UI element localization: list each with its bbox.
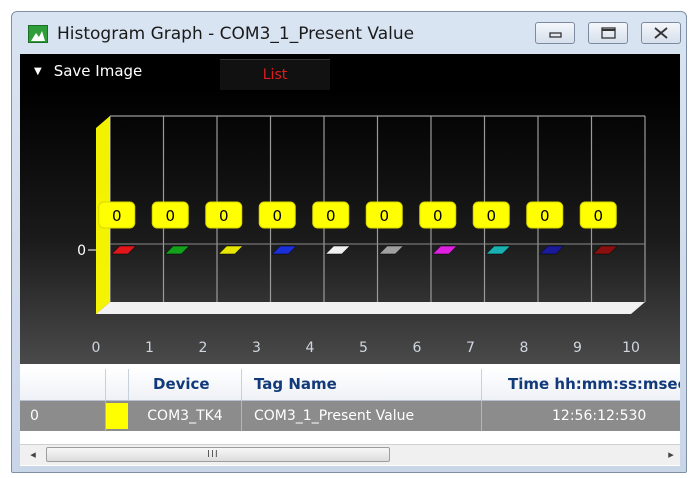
- save-image-button[interactable]: ▼ Save Image: [34, 62, 142, 82]
- row-color-swatch: [106, 403, 128, 429]
- x-tick-label: 9: [573, 340, 582, 356]
- y-tick-label: 0: [77, 243, 86, 259]
- app-icon: [28, 25, 48, 43]
- histogram-chart: 0 0 1 2 3 4 5 6 7 8 9 10 0 0 0 0 0 0 0 0 0 0: [20, 90, 680, 364]
- scroll-left-arrow-icon[interactable]: ◂: [24, 445, 42, 465]
- x-tick-label: 10: [622, 340, 640, 356]
- x-tick-label: 3: [252, 340, 261, 356]
- scrollbar-grip: III: [207, 449, 219, 460]
- grid-header: Device Tag Name Time hh:mm:ss:msec: [20, 369, 680, 401]
- histogram-bar: [378, 245, 404, 255]
- chart-floor: [96, 302, 645, 314]
- data-grid: Device Tag Name Time hh:mm:ss:msec 0 COM…: [20, 364, 680, 466]
- histogram-bar: [218, 245, 244, 255]
- x-tick-label: 2: [199, 340, 208, 356]
- value-label: 0: [486, 207, 496, 225]
- value-label: 0: [165, 207, 175, 225]
- scrollbar-thumb[interactable]: III: [46, 447, 390, 462]
- column-header-time[interactable]: Time hh:mm:ss:msec: [482, 369, 680, 400]
- value-label: 0: [433, 207, 443, 225]
- x-tick-label: 8: [520, 340, 529, 356]
- value-label: 0: [379, 207, 389, 225]
- client-area: ▼ Save Image List 0 0 1 2 3 4 5 6 7 8 9 10 0 0 0 0 0 0 0 0 0 0…: [20, 54, 680, 466]
- x-tick-label: 4: [306, 340, 315, 356]
- value-label: 0: [219, 207, 229, 225]
- value-label: 0: [326, 207, 336, 225]
- table-row[interactable]: 0 COM3_TK4 COM3_1_Present Value 12:56:12…: [20, 401, 680, 431]
- scroll-right-arrow-icon[interactable]: ▸: [662, 445, 680, 465]
- tab-list[interactable]: List: [220, 59, 330, 90]
- maximize-button[interactable]: [588, 22, 628, 44]
- value-label: 0: [593, 207, 603, 225]
- window-title: Histogram Graph - COM3_1_Present Value: [57, 24, 415, 44]
- x-tick-label: 7: [466, 340, 475, 356]
- value-label: 0: [112, 207, 122, 225]
- save-image-label: Save Image: [53, 62, 143, 80]
- histogram-bar: [485, 245, 511, 255]
- x-tick-label: 0: [92, 340, 101, 356]
- histogram-bar: [539, 245, 565, 255]
- minimize-button[interactable]: [535, 22, 575, 44]
- histogram-bar: [271, 245, 297, 255]
- value-label: 0: [272, 207, 282, 225]
- histogram-bar: [592, 245, 618, 255]
- row-device: COM3_TK4: [129, 401, 242, 431]
- x-tick-label: 1: [145, 340, 154, 356]
- histogram-bar: [325, 245, 351, 255]
- x-tick-label: 6: [413, 340, 422, 356]
- row-index: 0: [20, 401, 106, 431]
- histogram-bar: [111, 245, 137, 255]
- chart-svg: 0 0 1 2 3 4 5 6 7 8 9 10 0 0 0 0 0 0 0 0 0 0: [77, 115, 646, 356]
- column-header-tag-name[interactable]: Tag Name: [242, 369, 482, 400]
- row-time: 12:56:12:530: [552, 408, 647, 424]
- toolbar: ▼ Save Image List: [20, 54, 680, 90]
- column-header-device[interactable]: Device: [129, 369, 242, 400]
- column-header-index[interactable]: [20, 369, 106, 400]
- value-label: 0: [540, 207, 550, 225]
- dropdown-arrow-icon: ▼: [34, 66, 42, 77]
- horizontal-scrollbar[interactable]: ◂ III ▸: [20, 444, 680, 465]
- histogram-bar: [432, 245, 458, 255]
- x-tick-label: 5: [359, 340, 368, 356]
- histogram-bar: [164, 245, 190, 255]
- histogram-window: Histogram Graph - COM3_1_Present Value ▼…: [11, 11, 687, 473]
- title-bar[interactable]: Histogram Graph - COM3_1_Present Value: [12, 12, 686, 54]
- column-header-color[interactable]: [106, 369, 129, 400]
- close-button[interactable]: [641, 22, 681, 44]
- row-tag-name: COM3_1_Present Value: [242, 401, 482, 431]
